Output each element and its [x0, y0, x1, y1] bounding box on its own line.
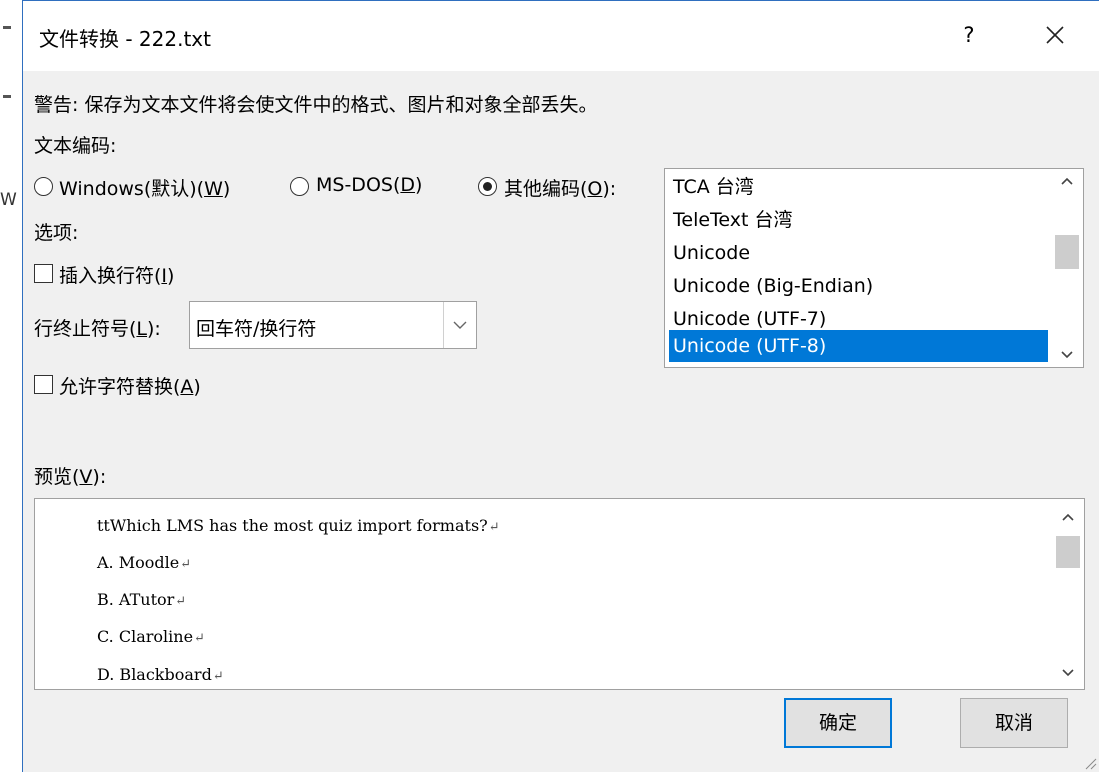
- preview-line: A. Moodle↵: [97, 553, 192, 572]
- preview-label: 预览(V):: [34, 466, 107, 488]
- ok-button[interactable]: 确定: [784, 698, 892, 748]
- scroll-thumb[interactable]: [1055, 235, 1079, 269]
- scroll-thumb[interactable]: [1056, 536, 1080, 568]
- radio-ms-dos[interactable]: [290, 177, 309, 196]
- line-end-value: 回车符/换行符: [196, 318, 317, 340]
- encoding-option[interactable]: Unicode: [669, 237, 1048, 269]
- chevron-down-icon: [453, 321, 467, 329]
- cancel-button[interactable]: 取消: [960, 698, 1068, 748]
- scroll-down-button[interactable]: [1052, 661, 1084, 685]
- radio-other-encoding[interactable]: [478, 177, 497, 196]
- insert-line-breaks-label[interactable]: 插入换行符(I): [59, 261, 174, 288]
- line-end-dropdown-button[interactable]: [443, 302, 476, 348]
- preview-line: ttWhich LMS has the most quiz import for…: [97, 516, 500, 535]
- dialog-body: 警告: 保存为文本文件将会使文件中的格式、图片和对象全部丢失。 文本编码: Wi…: [23, 71, 1099, 773]
- document-text-fragment: W: [0, 190, 17, 210]
- document-mark: [3, 26, 11, 29]
- insert-line-breaks-checkbox[interactable]: [34, 264, 53, 283]
- allow-substitution-label[interactable]: 允许字符替换(A): [59, 372, 201, 399]
- encoding-option[interactable]: Unicode (Big-Endian): [669, 270, 1048, 302]
- close-icon: [1046, 26, 1064, 44]
- encoding-option[interactable]: TeleText 台湾: [669, 204, 1048, 236]
- encoding-label: 文本编码:: [34, 135, 117, 157]
- preview-scrollbar[interactable]: [1052, 499, 1084, 689]
- chevron-down-icon: [1062, 669, 1074, 677]
- scroll-down-button[interactable]: [1051, 343, 1083, 367]
- close-button[interactable]: [1035, 15, 1075, 55]
- chevron-down-icon: [1061, 351, 1073, 359]
- preview-line: B. ATutor↵: [97, 590, 187, 609]
- encoding-option-selected[interactable]: Unicode (UTF-8): [669, 330, 1048, 362]
- dialog-title: 文件转换 - 222.txt: [39, 27, 211, 51]
- background-document: W: [0, 0, 22, 772]
- radio-windows-label[interactable]: Windows(默认)(W): [59, 174, 230, 201]
- chevron-up-icon: [1061, 177, 1073, 185]
- line-end-select[interactable]: 回车符/换行符: [189, 301, 477, 349]
- preview-line: D. Blackboard↵: [97, 665, 224, 684]
- allow-substitution-checkbox[interactable]: [34, 375, 53, 394]
- preview-line: C. Claroline↵: [97, 627, 205, 646]
- help-button[interactable]: ?: [959, 23, 979, 47]
- scroll-up-button[interactable]: [1051, 169, 1083, 193]
- line-end-label: 行终止符号(L):: [34, 318, 161, 340]
- file-conversion-dialog: 文件转换 - 222.txt ? 警告: 保存为文本文件将会使文件中的格式、图片…: [22, 0, 1099, 772]
- scroll-up-button[interactable]: [1052, 505, 1084, 529]
- encoding-scrollbar[interactable]: [1051, 169, 1083, 367]
- encoding-listbox[interactable]: TCA 台湾 TeleText 台湾 Unicode Unicode (Big-…: [664, 168, 1084, 368]
- preview-box[interactable]: ttWhich LMS has the most quiz import for…: [34, 498, 1085, 690]
- options-label: 选项:: [34, 222, 79, 244]
- radio-ms-dos-label[interactable]: MS-DOS(D): [316, 174, 422, 196]
- title-bar: 文件转换 - 222.txt ?: [23, 1, 1099, 71]
- radio-other-encoding-label[interactable]: 其他编码(O):: [504, 174, 616, 201]
- document-mark: [3, 95, 11, 98]
- chevron-up-icon: [1062, 513, 1074, 521]
- warning-text: 警告: 保存为文本文件将会使文件中的格式、图片和对象全部丢失。: [34, 94, 598, 116]
- encoding-option[interactable]: TCA 台湾: [669, 171, 1048, 203]
- resize-grip-icon[interactable]: [1081, 754, 1097, 770]
- radio-windows[interactable]: [34, 177, 53, 196]
